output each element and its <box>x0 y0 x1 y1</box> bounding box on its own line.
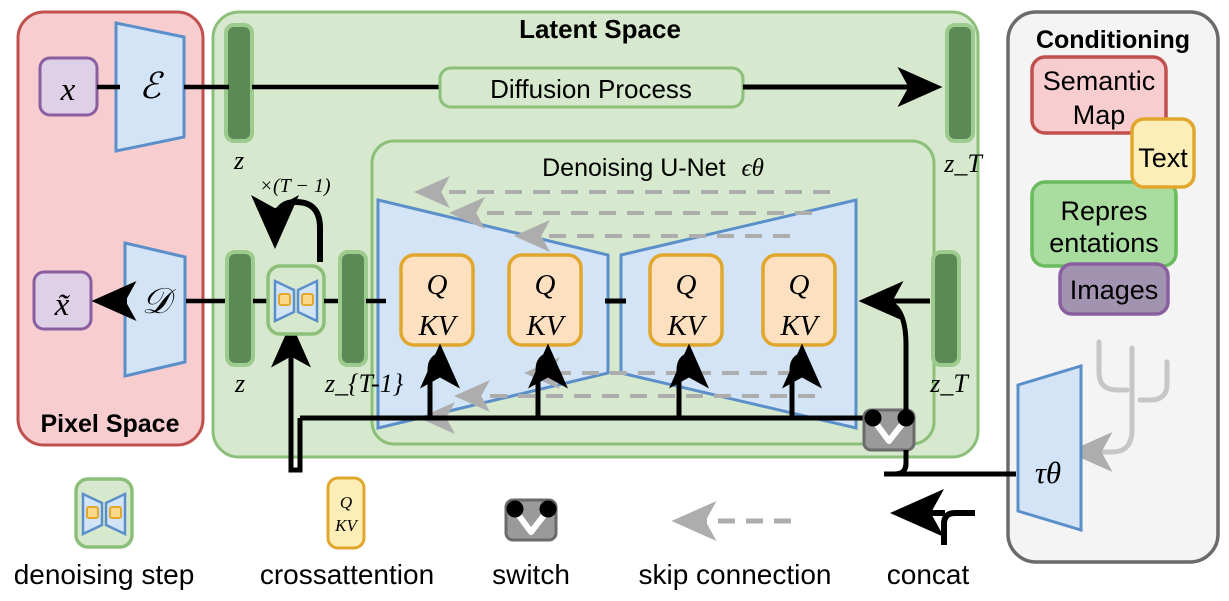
legend-denoising-step: denoising step <box>14 477 195 590</box>
denoising-unet-label: Denoising U-Net ϵθ <box>542 154 764 182</box>
denoise-square-right <box>301 293 314 306</box>
legend-crossattention-q: Q <box>340 493 352 512</box>
legend-crossattention-label: crossattention <box>260 559 434 590</box>
semantic-map-line1: Semantic <box>1043 66 1156 96</box>
legend-crossattention: Q KV crossattention <box>260 476 434 590</box>
tau-theta-label: τθ <box>1035 455 1061 490</box>
attention-kv-2: KV <box>525 310 566 342</box>
attention-block-1: Q KV <box>399 253 475 347</box>
legend-crossattention-kv: KV <box>334 516 359 535</box>
output-image-label: x̃ <box>54 287 71 323</box>
input-image-node: x <box>38 56 99 117</box>
latent-bar-zt-minus-1-label: z_{T-1} <box>324 369 404 398</box>
attention-q-2: Q <box>535 269 556 301</box>
latent-bar-zt-top-label: z_T <box>943 149 983 178</box>
latent-bar-zt-bottom-label: z_T <box>929 369 969 398</box>
attention-q-3: Q <box>676 269 697 301</box>
legend-denoising-step-label: denoising step <box>14 559 195 590</box>
switch-node[interactable] <box>862 408 916 452</box>
encoder-label: ℰ <box>139 66 164 106</box>
attention-q-4: Q <box>789 269 810 301</box>
epsilon-theta-symbol: ϵθ <box>742 155 764 182</box>
semantic-map-line2: Map <box>1073 100 1126 130</box>
conditioning-item-text[interactable]: Text <box>1130 117 1196 189</box>
latent-space-label: Latent Space <box>519 14 681 44</box>
diffusion-process-box: Diffusion Process <box>438 66 745 109</box>
legend-skip-connection-label: skip connection <box>638 559 831 590</box>
output-image-node: x̃ <box>32 270 93 331</box>
decoder-node: 𝒟 <box>123 241 187 378</box>
legend-switch: switch <box>492 498 570 590</box>
representations-line1: Repres <box>1060 196 1147 226</box>
diagram-canvas: Pixel Space x ℰ x̃ 𝒟 Latent Space z Diff… <box>0 0 1229 601</box>
input-image-label: x <box>60 72 76 108</box>
latent-bar-z-bottom-label: z <box>234 369 245 398</box>
text-item-label: Text <box>1138 143 1188 173</box>
legend-switch-label: switch <box>492 559 570 590</box>
legend-concat: concat <box>887 489 975 590</box>
attention-kv-3: KV <box>666 310 707 342</box>
attention-q-1: Q <box>427 269 448 301</box>
representations-line2: entations <box>1049 228 1159 258</box>
latent-bar-z-top-label: z <box>233 146 244 175</box>
conditioning-encoder-node: τθ <box>1016 363 1083 533</box>
conditioning-label: Conditioning <box>1036 26 1190 54</box>
denoise-square-left <box>278 293 291 306</box>
legend-concat-label: concat <box>887 559 970 590</box>
legend-skip-connection: skip connection <box>638 501 832 590</box>
pixel-space-label: Pixel Space <box>41 410 180 438</box>
attention-kv-1: KV <box>417 310 458 342</box>
attention-block-3: Q KV <box>648 253 724 347</box>
attention-block-2: Q KV <box>507 253 583 347</box>
attention-block-4: Q KV <box>761 253 837 347</box>
diffusion-process-label: Diffusion Process <box>490 74 692 104</box>
denoising-step-node <box>266 264 326 336</box>
encoder-node: ℰ <box>114 21 186 153</box>
loop-label: ×(T − 1) <box>259 175 330 197</box>
attention-kv-4: KV <box>779 310 820 342</box>
images-item-label: Images <box>1070 275 1159 305</box>
conditioning-item-images[interactable]: Images <box>1058 262 1170 316</box>
denoising-unet-title: Denoising U-Net <box>542 154 725 182</box>
conditioning-item-representations[interactable]: Repres entations <box>1030 180 1178 268</box>
switch-terminal-left <box>864 409 882 427</box>
